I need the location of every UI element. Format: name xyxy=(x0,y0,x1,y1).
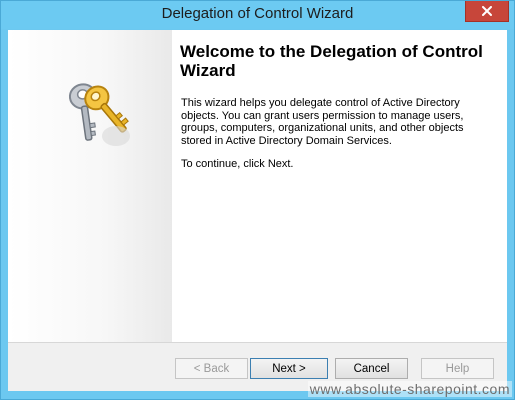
page-title: Welcome to the Delegation of Control Wiz… xyxy=(180,42,483,80)
wizard-client-area: Welcome to the Delegation of Control Wiz… xyxy=(8,30,507,391)
wizard-instruction: To continue, click Next. xyxy=(181,158,294,170)
footer-divider xyxy=(8,342,507,343)
close-icon xyxy=(482,6,492,16)
watermark-text: www.absolute-sharepoint.com xyxy=(307,381,512,397)
window-title: Delegation of Control Wizard xyxy=(161,5,354,22)
help-button[interactable]: Help xyxy=(421,358,494,379)
cancel-button[interactable]: Cancel xyxy=(335,358,408,379)
wizard-banner xyxy=(8,30,172,342)
wizard-description: This wizard helps you delegate control o… xyxy=(181,97,464,147)
keys-icon xyxy=(68,83,130,146)
wizard-content: Welcome to the Delegation of Control Wiz… xyxy=(172,30,507,342)
wizard-window: Delegation of Control Wizard Welcome to … xyxy=(0,0,515,400)
title-bar[interactable]: Delegation of Control Wizard xyxy=(1,1,514,29)
back-button[interactable]: < Back xyxy=(175,358,248,379)
next-button[interactable]: Next > xyxy=(250,358,328,379)
close-button[interactable] xyxy=(465,1,509,22)
